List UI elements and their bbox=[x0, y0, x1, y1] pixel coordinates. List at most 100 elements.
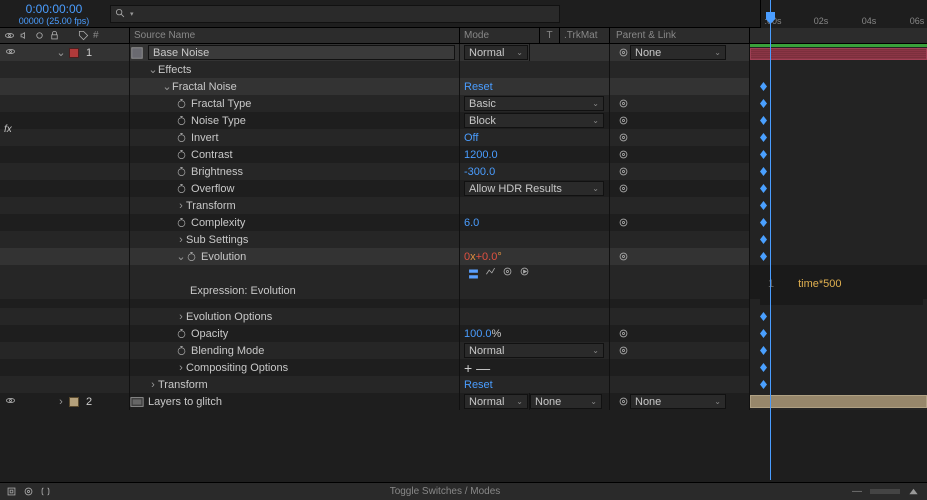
stopwatch-icon[interactable] bbox=[176, 98, 187, 109]
twirl-icon[interactable]: › bbox=[176, 311, 186, 323]
twirl-icon[interactable]: ⌄ bbox=[162, 80, 172, 93]
pickwhip-icon[interactable] bbox=[616, 183, 630, 194]
layer-name[interactable]: Base Noise bbox=[148, 45, 455, 60]
invert-value[interactable]: Off bbox=[464, 132, 478, 144]
invert-prop[interactable]: Invert bbox=[191, 132, 219, 144]
pickwhip-icon[interactable] bbox=[616, 396, 630, 407]
layer-bar[interactable] bbox=[750, 395, 927, 408]
brightness-prop[interactable]: Brightness bbox=[191, 166, 243, 178]
pickwhip-icon[interactable] bbox=[616, 328, 630, 339]
pickwhip-icon[interactable] bbox=[616, 251, 630, 262]
twirl-icon[interactable]: ⌄ bbox=[56, 46, 66, 59]
expression-editor[interactable]: 1time*500 bbox=[760, 273, 923, 305]
label-color[interactable] bbox=[69, 48, 79, 58]
label-color[interactable] bbox=[69, 397, 79, 407]
layer-name[interactable]: Layers to glitch bbox=[148, 396, 222, 408]
visibility-toggle[interactable] bbox=[4, 46, 16, 60]
blending-mode-prop[interactable]: Blending Mode bbox=[191, 345, 264, 357]
search-input[interactable]: ▾ bbox=[110, 5, 560, 23]
pickwhip-icon[interactable] bbox=[616, 149, 630, 160]
ruler-tick: 04s bbox=[862, 16, 877, 26]
twirl-icon[interactable]: › bbox=[176, 200, 186, 212]
compositing-options-group[interactable]: Compositing Options bbox=[186, 362, 288, 374]
effects-group[interactable]: Effects bbox=[158, 64, 191, 76]
opacity-value[interactable]: 100.0 bbox=[464, 328, 492, 340]
reset-link[interactable]: Reset bbox=[464, 379, 493, 391]
opacity-prop[interactable]: Opacity bbox=[191, 328, 228, 340]
pickwhip-icon[interactable] bbox=[616, 98, 630, 109]
expression-pickwhip-icon[interactable] bbox=[502, 266, 513, 277]
layer-duration-bar[interactable] bbox=[750, 44, 927, 47]
pickwhip-icon[interactable] bbox=[616, 47, 630, 58]
overflow-prop[interactable]: Overflow bbox=[191, 183, 234, 195]
sub-settings-group[interactable]: Sub Settings bbox=[186, 234, 248, 246]
frame-blend-icon[interactable] bbox=[6, 486, 17, 497]
reset-link[interactable]: Reset bbox=[464, 81, 493, 93]
composition-layer-icon bbox=[130, 395, 144, 409]
zoom-in-icon[interactable] bbox=[908, 486, 919, 497]
twirl-icon[interactable]: › bbox=[176, 234, 186, 246]
stopwatch-icon[interactable] bbox=[176, 132, 187, 143]
stopwatch-icon[interactable] bbox=[176, 345, 187, 356]
trkmat-dropdown[interactable]: None⌄ bbox=[530, 394, 602, 409]
parent-dropdown[interactable]: None⌄ bbox=[630, 45, 726, 60]
evolution-options-group[interactable]: Evolution Options bbox=[186, 311, 272, 323]
search-icon bbox=[115, 8, 126, 19]
contrast-prop[interactable]: Contrast bbox=[191, 149, 233, 161]
layer-bar[interactable] bbox=[750, 48, 927, 60]
complexity-value[interactable]: 6.0 bbox=[464, 217, 479, 229]
mode-dropdown[interactable]: Normal⌄ bbox=[464, 45, 528, 60]
expression-language-icon[interactable] bbox=[519, 266, 530, 277]
toggle-switches-button[interactable]: Toggle Switches / Modes bbox=[390, 486, 501, 497]
fractal-type-dropdown[interactable]: Basic⌄ bbox=[464, 96, 604, 111]
zoom-out-button[interactable]: — bbox=[852, 486, 862, 497]
add-effect-button[interactable]: + — bbox=[464, 360, 490, 376]
evolution-prop[interactable]: Evolution bbox=[201, 251, 246, 263]
pickwhip-icon[interactable] bbox=[616, 132, 630, 143]
noise-type-dropdown[interactable]: Block⌄ bbox=[464, 113, 604, 128]
time-ruler[interactable]: :00s 02s 04s 06s bbox=[760, 0, 927, 28]
zoom-slider[interactable] bbox=[870, 489, 900, 494]
current-timecode[interactable]: 0:00:00:00 bbox=[4, 2, 104, 16]
overflow-dropdown[interactable]: Allow HDR Results⌄ bbox=[464, 181, 604, 196]
parent-dropdown[interactable]: None⌄ bbox=[630, 394, 726, 409]
stopwatch-icon[interactable] bbox=[176, 115, 187, 126]
stopwatch-icon[interactable] bbox=[176, 166, 187, 177]
trkmat-header: .TrkMat bbox=[560, 28, 610, 43]
expression-label[interactable]: Expression: Evolution bbox=[190, 285, 296, 297]
twirl-icon[interactable]: › bbox=[148, 379, 158, 391]
transform-group[interactable]: Transform bbox=[186, 200, 236, 212]
complexity-prop[interactable]: Complexity bbox=[191, 217, 245, 229]
stopwatch-icon[interactable] bbox=[176, 217, 187, 228]
evolution-degrees[interactable]: +0.0 bbox=[476, 251, 498, 263]
stopwatch-icon[interactable] bbox=[176, 183, 187, 194]
twirl-icon[interactable]: ⌄ bbox=[148, 63, 158, 76]
stopwatch-icon[interactable] bbox=[176, 328, 187, 339]
label-header-icon bbox=[78, 30, 89, 41]
pickwhip-icon[interactable] bbox=[616, 115, 630, 126]
noise-type-prop[interactable]: Noise Type bbox=[191, 115, 246, 127]
stopwatch-icon[interactable] bbox=[186, 251, 197, 262]
mode-dropdown[interactable]: Normal⌄ bbox=[464, 394, 528, 409]
fractal-noise-effect[interactable]: Fractal Noise bbox=[172, 81, 237, 93]
visibility-toggle[interactable] bbox=[4, 395, 16, 409]
contrast-value[interactable]: 1200.0 bbox=[464, 149, 498, 161]
twirl-icon[interactable]: › bbox=[176, 362, 186, 374]
transform-group[interactable]: Transform bbox=[158, 379, 208, 391]
brackets-icon[interactable] bbox=[40, 486, 51, 497]
expression-graph-icon[interactable] bbox=[485, 266, 496, 277]
blending-mode-dropdown[interactable]: Normal⌄ bbox=[464, 343, 604, 358]
fractal-type-prop[interactable]: Fractal Type bbox=[191, 98, 251, 110]
playhead[interactable] bbox=[770, 0, 771, 480]
brightness-value[interactable]: -300.0 bbox=[464, 166, 495, 178]
twirl-icon[interactable]: ⌄ bbox=[176, 250, 186, 263]
pickwhip-icon[interactable] bbox=[616, 217, 630, 228]
twirl-icon[interactable]: › bbox=[56, 396, 66, 408]
expression-enabled-icon[interactable]: 〓 bbox=[468, 266, 479, 282]
pickwhip-icon[interactable] bbox=[616, 166, 630, 177]
source-name-header[interactable]: Source Name bbox=[130, 28, 460, 43]
stopwatch-icon[interactable] bbox=[176, 149, 187, 160]
motion-blur-icon[interactable] bbox=[23, 486, 34, 497]
fx-badge: fx bbox=[4, 124, 12, 135]
pickwhip-icon[interactable] bbox=[616, 345, 630, 356]
